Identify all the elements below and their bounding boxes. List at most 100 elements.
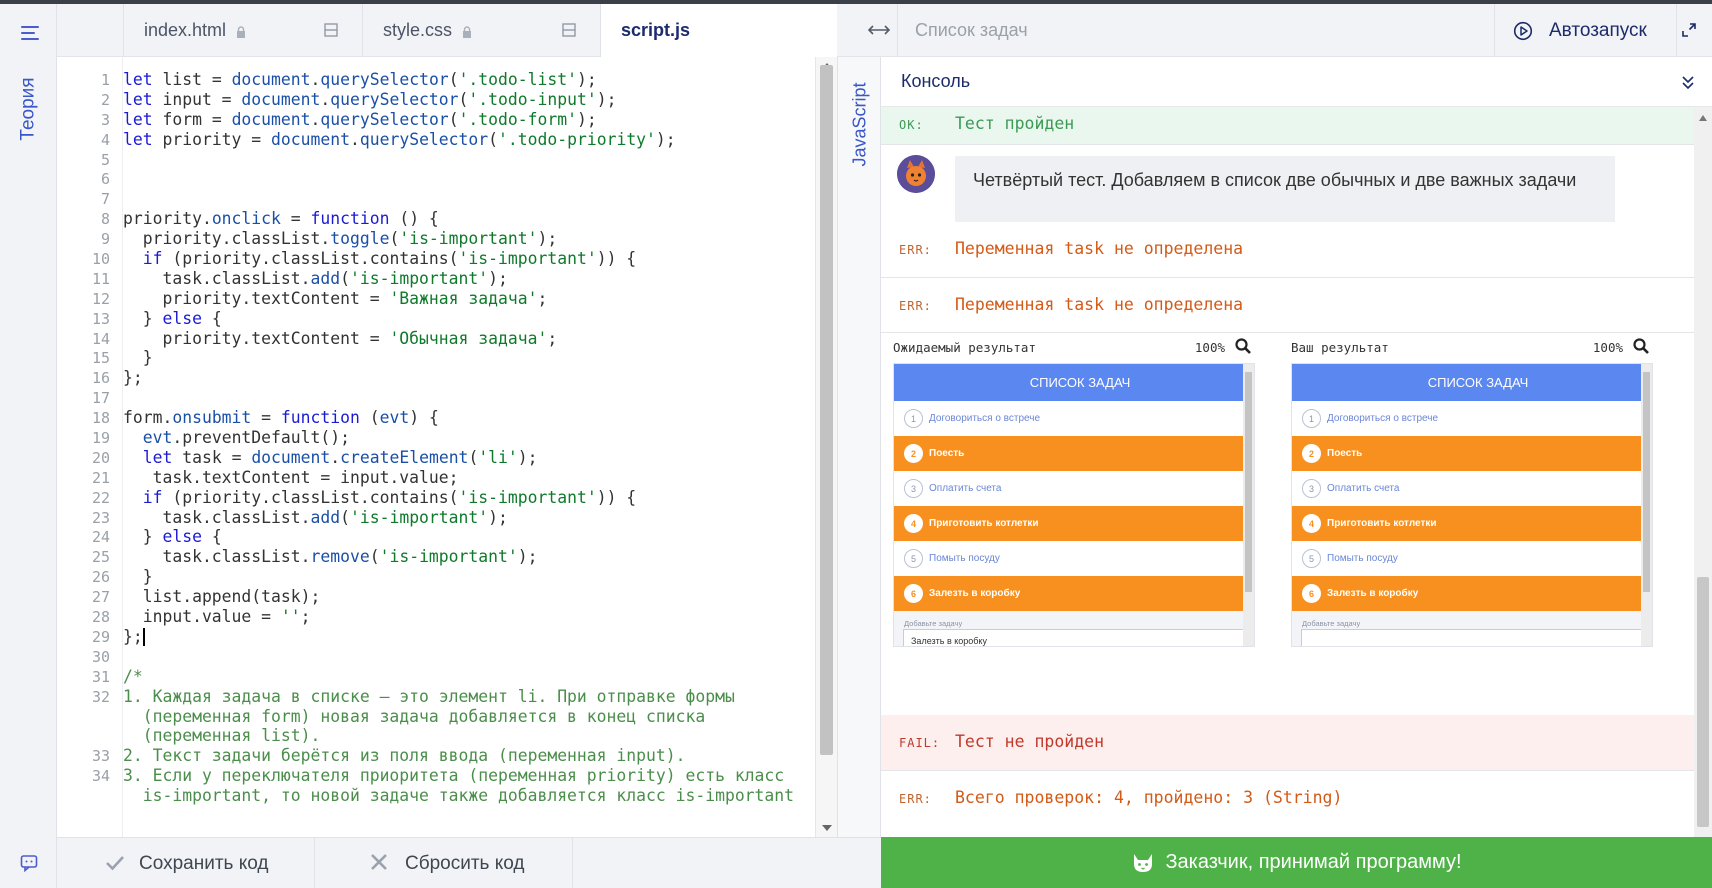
line-number: 8 — [100, 210, 110, 229]
code-line[interactable]: } — [123, 567, 815, 587]
code-line[interactable]: input.value = ''; — [123, 607, 815, 627]
code-line[interactable]: let input = document.querySelector('.tod… — [123, 90, 815, 110]
split-view-icon[interactable] — [324, 23, 338, 37]
code-line[interactable]: (переменная list). — [123, 726, 815, 746]
add-task-input[interactable] — [1301, 629, 1643, 646]
editor-tabs: index.html style.css script.js — [57, 4, 837, 57]
preview-scrollbar[interactable] — [1641, 364, 1652, 646]
check-icon — [106, 856, 124, 871]
todo-item: 1 Договориться о встрече — [894, 401, 1254, 436]
todo-header: СПИСОК ЗАДАЧ — [894, 364, 1254, 401]
code-line[interactable]: priority.onclick = function () { — [123, 209, 815, 229]
language-tab[interactable]: JavaScript — [838, 69, 882, 179]
tab-style-css[interactable]: style.css — [363, 4, 601, 57]
todo-number: 2 — [1302, 444, 1321, 463]
code-line[interactable]: } else { — [123, 309, 815, 329]
line-number: 15 — [91, 349, 110, 368]
preview-label: Ожидаемый результат — [893, 340, 1036, 355]
tab-label: script.js — [621, 20, 691, 40]
code-line[interactable]: /* — [123, 667, 815, 687]
lock-icon — [463, 25, 472, 38]
code-line[interactable]: task.textContent = input.value; — [123, 468, 815, 488]
code-line[interactable]: if (priority.classList.contains('is-impo… — [123, 488, 815, 508]
line-number: 7 — [100, 190, 110, 209]
collapse-icon[interactable] — [1682, 76, 1694, 90]
code-line[interactable] — [123, 169, 815, 189]
theory-tab[interactable]: Теория — [14, 64, 44, 154]
code-line[interactable]: if (priority.classList.contains('is-impo… — [123, 249, 815, 269]
code-line[interactable]: 2. Текст задачи берётся из поля ввода (п… — [123, 746, 815, 766]
tab-index-html[interactable]: index.html — [123, 4, 363, 57]
preview-scrollbar[interactable] — [1243, 364, 1254, 646]
code-content[interactable]: let list = document.querySelector('.todo… — [123, 57, 815, 806]
code-line[interactable]: priority.textContent = 'Важная задача'; — [123, 289, 815, 309]
code-line[interactable]: task.classList.add('is-important'); — [123, 508, 815, 528]
editor-scrollbar[interactable] — [815, 57, 837, 837]
save-label: Сохранить код — [139, 852, 269, 874]
code-line[interactable] — [123, 150, 815, 170]
autorun-button[interactable]: Автозапуск — [1494, 4, 1677, 57]
todo-item: 3 Оплатить счета — [1292, 471, 1652, 506]
console-scrollbar[interactable] — [1694, 107, 1712, 887]
code-line[interactable]: task.classList.remove('is-important'); — [123, 547, 815, 567]
code-line[interactable]: priority.classList.toggle('is-important'… — [123, 229, 815, 249]
code-line[interactable]: priority.textContent = 'Обычная задача'; — [123, 329, 815, 349]
magnifier-icon[interactable] — [1633, 338, 1649, 354]
preview-title: Список задач — [915, 20, 1028, 40]
console-row-ok: OK: Тест пройден — [881, 107, 1694, 145]
row-tag: ERR: — [899, 243, 932, 257]
code-line[interactable]: let list = document.querySelector('.todo… — [123, 70, 815, 90]
code-line[interactable]: (переменная form) новая задача добавляет… — [123, 707, 815, 727]
tab-script-js[interactable]: script.js — [601, 4, 837, 57]
tab-label: index.html — [144, 20, 227, 40]
code-line[interactable]: }; — [123, 368, 815, 388]
code-line[interactable] — [123, 647, 815, 667]
code-line[interactable]: task.classList.add('is-important'); — [123, 269, 815, 289]
todo-text: Договориться о встрече — [929, 413, 1041, 424]
todo-item: 2 Поесть — [1292, 436, 1652, 471]
magnifier-icon[interactable] — [1235, 338, 1251, 354]
line-number: 28 — [91, 608, 110, 627]
accept-program-button[interactable]: Заказчик, принимай программу! — [881, 837, 1712, 888]
split-view-icon[interactable] — [562, 23, 576, 37]
todo-item: 1 Договориться о встрече — [1292, 401, 1652, 436]
line-number: 3 — [100, 110, 110, 129]
code-line[interactable]: 3. Если у переключателя приоритета (пере… — [123, 766, 815, 786]
todo-number: 3 — [904, 479, 923, 498]
autorun-label: Автозапуск — [1549, 19, 1647, 41]
console-row-err: ERR: Переменная task не определена — [881, 278, 1694, 333]
code-line[interactable]: } else { — [123, 527, 815, 547]
reset-code-button[interactable]: Сбросить код — [315, 838, 573, 888]
preview-toolbar: Список задач Автозапуск — [837, 4, 1712, 57]
code-editor[interactable]: let list = document.querySelector('.todo… — [123, 57, 815, 837]
todo-item: 3 Оплатить счета — [894, 471, 1254, 506]
resize-horizontal-icon[interactable] — [867, 23, 891, 37]
expand-icon[interactable] — [1681, 22, 1697, 38]
line-number — [57, 726, 122, 746]
todo-number: 3 — [1302, 479, 1321, 498]
todo-number: 5 — [904, 549, 923, 568]
code-line[interactable]: let task = document.createElement('li'); — [123, 448, 815, 468]
code-line[interactable]: let form = document.querySelector('.todo… — [123, 110, 815, 130]
todo-text: Договориться о встрече — [1327, 413, 1439, 424]
code-line[interactable]: is-important, то новой задаче также доба… — [123, 786, 815, 806]
code-line[interactable]: } — [123, 348, 815, 368]
code-line[interactable]: let priority = document.querySelector('.… — [123, 130, 815, 150]
code-line[interactable] — [123, 388, 815, 408]
line-number-gutter: 1 2 3 4 5 6 7 8 9 10 11 12 13 14 15 16 17 18 19 20 21 22 23 24 2… — [57, 57, 123, 837]
row-tag: FAIL: — [899, 736, 941, 750]
code-line[interactable]: }; — [123, 627, 815, 647]
code-line[interactable]: 1. Каждая задача в списке — это элемент … — [123, 687, 815, 707]
add-task-input[interactable]: Залезть в коробку — [903, 629, 1245, 646]
editor-bottom-bar: Сохранить код Сбросить код — [57, 837, 881, 888]
code-line[interactable]: list.append(task); — [123, 587, 815, 607]
save-code-button[interactable]: Сохранить код — [57, 838, 315, 888]
line-number: 14 — [91, 329, 110, 348]
todo-text: Приготовить котлетки — [1327, 518, 1437, 529]
code-line[interactable] — [123, 189, 815, 209]
feedback-icon[interactable] — [20, 854, 38, 872]
code-line[interactable]: evt.preventDefault(); — [123, 428, 815, 448]
todo-text: Оплатить счета — [929, 483, 1002, 494]
code-line[interactable]: form.onsubmit = function (evt) { — [123, 408, 815, 428]
menu-icon[interactable] — [21, 26, 39, 40]
